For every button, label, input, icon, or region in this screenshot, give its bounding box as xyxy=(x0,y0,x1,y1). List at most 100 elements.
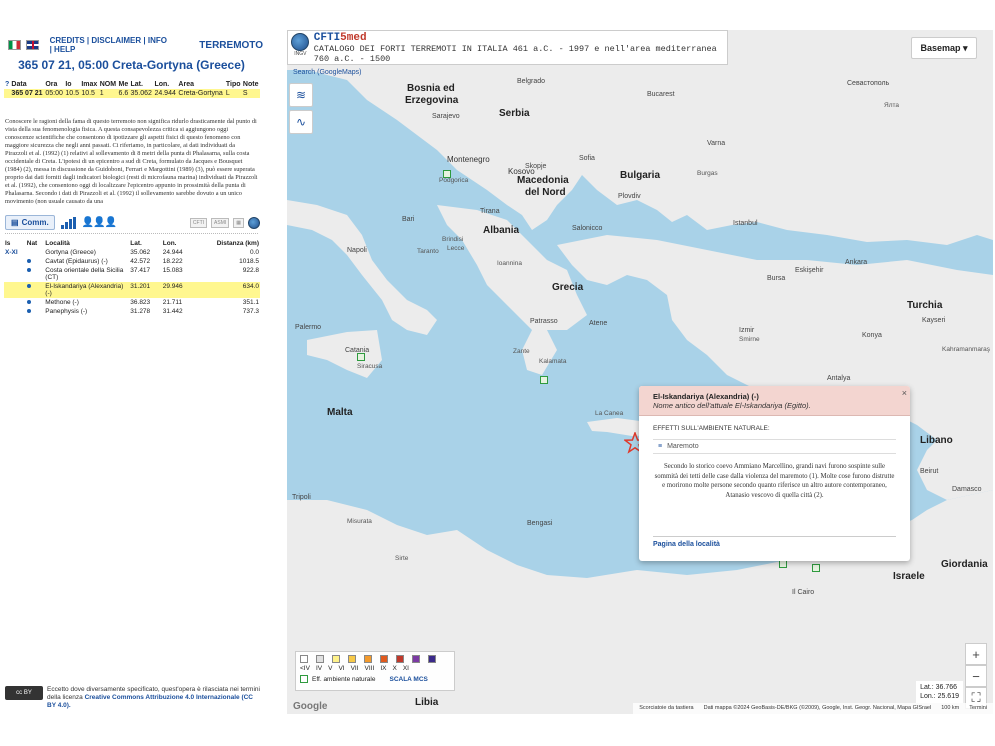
loc-dist-cell: 922.8 xyxy=(242,267,259,274)
intensity-bars-icon[interactable] xyxy=(60,216,76,229)
earthquake-title: 365 07 21, 05:00 Creta-Gortyna (Greece) xyxy=(18,58,245,72)
loc-lat-cell: 36.823 xyxy=(130,299,151,306)
intensity-swatch[interactable] xyxy=(348,655,356,663)
map-label-montenegro: Montenegro xyxy=(447,155,490,164)
effect-marker[interactable] xyxy=(357,353,365,361)
catalog-title: CATALOGO DEI FORTI TERREMOTI IN ITALIA 4… xyxy=(313,43,717,64)
loc-is-cell xyxy=(4,266,26,282)
locality-row[interactable]: Cavtat (Epidaurus) (-) 42.572 18.222 1018.5 xyxy=(4,257,260,266)
loc-dist-cell: 351.1 xyxy=(242,299,259,306)
loc-lat-cell: 31.201 xyxy=(129,282,162,298)
eq-cell: 10.5 xyxy=(64,89,81,98)
people-icon[interactable]: 👤👤👤 xyxy=(82,217,117,228)
intensity-swatch[interactable] xyxy=(428,655,436,663)
loc-nat-cell xyxy=(26,248,45,257)
italian-flag-icon[interactable] xyxy=(8,40,21,50)
loc-is-cell xyxy=(4,307,26,316)
intensity-swatch[interactable] xyxy=(396,655,404,663)
locality-row[interactable]: El-Iskandariya (Alexandria) (-) 31.201 29.… xyxy=(4,282,260,298)
locality-page-link[interactable]: Pagina della località xyxy=(653,536,896,548)
map-land xyxy=(287,30,993,714)
intensity-swatch[interactable] xyxy=(332,655,340,663)
map-label-sirte: Sirte xyxy=(395,555,409,562)
map-label-burgas: Burgas xyxy=(697,170,718,177)
comm-button[interactable]: ▤ Comm. xyxy=(5,215,55,230)
intensity-label: IV xyxy=(315,665,323,672)
map-label-tripoli: Tripoli xyxy=(292,494,311,501)
map-label-libano: Libano xyxy=(920,435,953,446)
zoom-out-button[interactable]: − xyxy=(965,665,987,687)
cc-by-logo: cc BY xyxy=(5,686,43,700)
nature-effect-icon xyxy=(26,268,31,272)
map-label-libia: Libia xyxy=(415,697,439,708)
loc-lat-cell: 31.278 xyxy=(130,308,151,315)
locality-row[interactable]: Methone (-) 36.823 21.711 351.1 xyxy=(4,298,260,307)
map-label-izmir: Izmir xyxy=(739,327,755,334)
asmi-logo: ASMI xyxy=(211,217,230,228)
english-flag-icon[interactable] xyxy=(25,40,40,50)
map-label-erzegovina: Erzegovina xyxy=(405,95,459,106)
locality-row[interactable]: X-XI Gortyna (Greece) 35.062 24.944 0.0 xyxy=(4,248,260,257)
loc-is-cell xyxy=(4,298,26,307)
left-panel: CREDITS | DISCLAIMER | INFO | HELP TERRE… xyxy=(0,30,263,720)
loc-loc-cell: Panephysis (-) xyxy=(45,308,88,315)
map-label-sarajevo: Sarajevo xyxy=(432,113,460,120)
eq-col-header: Lon. xyxy=(154,81,170,88)
map-label-napoli: Napoli xyxy=(347,247,367,254)
map-label-ioannina: Ioannina xyxy=(497,260,522,267)
map-label-bulgaria: Bulgaria xyxy=(620,170,661,181)
eq-col-header: Imax xyxy=(81,81,98,88)
intensity-swatch[interactable] xyxy=(380,655,388,663)
loc-col-header: Lat. xyxy=(130,240,142,247)
mcs-scale-link[interactable]: SCALA MCS xyxy=(389,676,427,683)
intensity-label: VI xyxy=(338,665,345,672)
nature-effect-icon xyxy=(26,309,31,313)
layers-icon[interactable]: ≋ xyxy=(289,83,313,107)
loc-col-header: Is xyxy=(5,240,11,247)
map-label-bursa: Bursa xyxy=(767,275,786,282)
seismogram-icon[interactable]: ∿ xyxy=(289,110,313,134)
locality-row[interactable]: Panephysis (-) 31.278 31.442 737.3 xyxy=(4,307,260,316)
zoom-in-button[interactable]: + xyxy=(965,643,987,665)
map-label-macedonia: Macedonia xyxy=(517,175,569,186)
intensity-swatch[interactable] xyxy=(412,655,420,663)
loc-loc-cell: Costa orientale della Sicilia (CT) xyxy=(45,267,124,281)
search-link[interactable]: Search (GoogleMaps) xyxy=(293,69,361,76)
earthquake-row[interactable]: 365 07 21 05:00 10.5 10.5 1 6.6 35.062 24.944 Cr… xyxy=(4,89,260,98)
eq-col-header: Me xyxy=(118,81,129,88)
basemap-dropdown[interactable]: Basemap ▾ xyxy=(911,37,977,59)
eq-col-header: Area xyxy=(178,81,194,88)
map-label-kahramanmaras: Kahramanmaraş xyxy=(942,346,991,353)
eq-col-header: Note xyxy=(242,81,259,88)
map-label-konya: Konya xyxy=(862,332,882,339)
map-label-brindisi: Brindisi xyxy=(442,236,464,243)
effect-marker[interactable] xyxy=(540,376,548,384)
loc-lat-cell: 35.062 xyxy=(130,249,151,256)
map-area[interactable]: INGV CFTI5med CATALOGO DEI FORTI TERREMO… xyxy=(287,30,993,714)
loc-dist-cell: 1018.5 xyxy=(239,258,259,265)
nav-links[interactable]: CREDITS | DISCLAIMER | INFO | HELP xyxy=(50,36,171,54)
intensity-swatch[interactable] xyxy=(364,655,372,663)
cfti-logo: CFTI xyxy=(189,217,208,228)
popup-title: El-Iskandariya (Alexandria) (-) xyxy=(653,392,759,401)
map-label-misurata: Misurata xyxy=(347,518,372,525)
map-label-bengasi: Bengasi xyxy=(527,520,553,527)
loc-lat-cell: 37.417 xyxy=(130,267,151,274)
map-label-podgorica: Podgorica xyxy=(439,177,469,184)
globe-icon[interactable] xyxy=(248,216,260,229)
effect-row[interactable]: ≡ Maremoto xyxy=(653,439,896,454)
effect-marker[interactable] xyxy=(779,560,787,568)
eq-cell: 365 07 21 xyxy=(10,89,45,98)
intensity-swatch[interactable] xyxy=(300,655,308,663)
locality-row[interactable]: Costa orientale della Sicilia (CT) 37.417… xyxy=(4,266,260,282)
ingv-logo[interactable]: INGV xyxy=(291,32,310,63)
cfti-title: CFTI5med xyxy=(313,31,367,44)
loc-dist-cell: 737.3 xyxy=(242,308,259,315)
close-popup-button[interactable]: × xyxy=(902,388,907,398)
loc-is-cell: X-XI xyxy=(5,249,18,256)
intensity-swatch[interactable] xyxy=(316,655,324,663)
effect-marker[interactable] xyxy=(443,170,451,178)
eq-cell: L xyxy=(224,89,242,98)
effect-marker[interactable] xyxy=(812,564,820,572)
map-label-israele: Israele xyxy=(893,571,925,582)
